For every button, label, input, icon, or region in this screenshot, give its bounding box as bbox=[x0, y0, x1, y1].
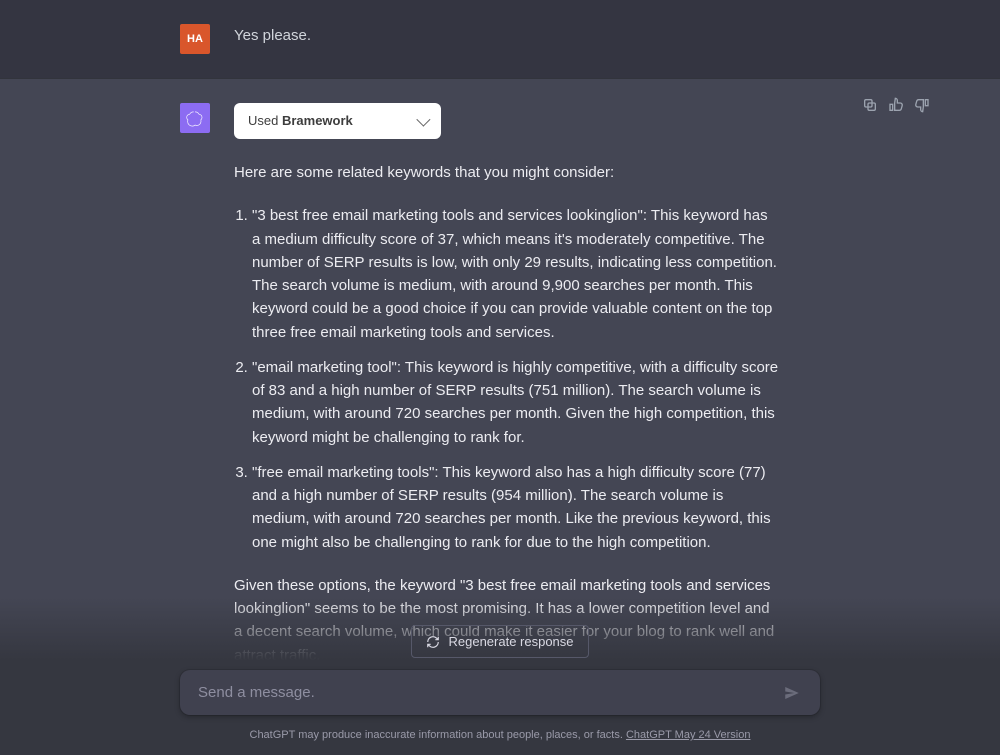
openai-logo-icon bbox=[186, 109, 204, 127]
composer-footer: Regenerate response ChatGPT may produce … bbox=[0, 597, 1000, 755]
user-turn: HA Yes please. bbox=[0, 0, 1000, 78]
copy-icon[interactable] bbox=[862, 97, 878, 113]
chat-area: HA Yes please. Used Bramework bbox=[0, 0, 1000, 755]
user-avatar: HA bbox=[180, 24, 210, 54]
assistant-avatar bbox=[180, 103, 210, 133]
footer-disclaimer: ChatGPT may produce inaccurate informati… bbox=[0, 723, 1000, 755]
regenerate-label: Regenerate response bbox=[448, 634, 573, 649]
plugin-used-pill[interactable]: Used Bramework bbox=[234, 103, 441, 139]
plugin-used-prefix: Used bbox=[248, 113, 282, 128]
list-item: "free email marketing tools": This keywo… bbox=[252, 461, 780, 554]
list-item: "3 best free email marketing tools and s… bbox=[252, 204, 780, 344]
thumbs-up-icon[interactable] bbox=[888, 97, 904, 113]
plugin-used-name: Bramework bbox=[282, 113, 353, 128]
thumbs-down-icon[interactable] bbox=[914, 97, 930, 113]
user-message: Yes please. bbox=[234, 24, 820, 54]
list-item: "email marketing tool": This keyword is … bbox=[252, 356, 780, 449]
assistant-content: Used Bramework Here are some related key… bbox=[234, 103, 820, 667]
keyword-list: "3 best free email marketing tools and s… bbox=[234, 204, 780, 554]
message-actions bbox=[862, 97, 930, 113]
send-icon bbox=[783, 684, 801, 702]
disclaimer-text: ChatGPT may produce inaccurate informati… bbox=[250, 729, 626, 741]
send-button[interactable] bbox=[776, 677, 808, 709]
chevron-down-icon bbox=[416, 113, 430, 127]
message-input[interactable] bbox=[198, 684, 770, 701]
assistant-intro: Here are some related keywords that you … bbox=[234, 161, 780, 184]
refresh-icon bbox=[426, 635, 440, 649]
regenerate-button[interactable]: Regenerate response bbox=[411, 625, 588, 658]
version-link[interactable]: ChatGPT May 24 Version bbox=[626, 729, 751, 741]
message-input-row bbox=[180, 670, 820, 715]
